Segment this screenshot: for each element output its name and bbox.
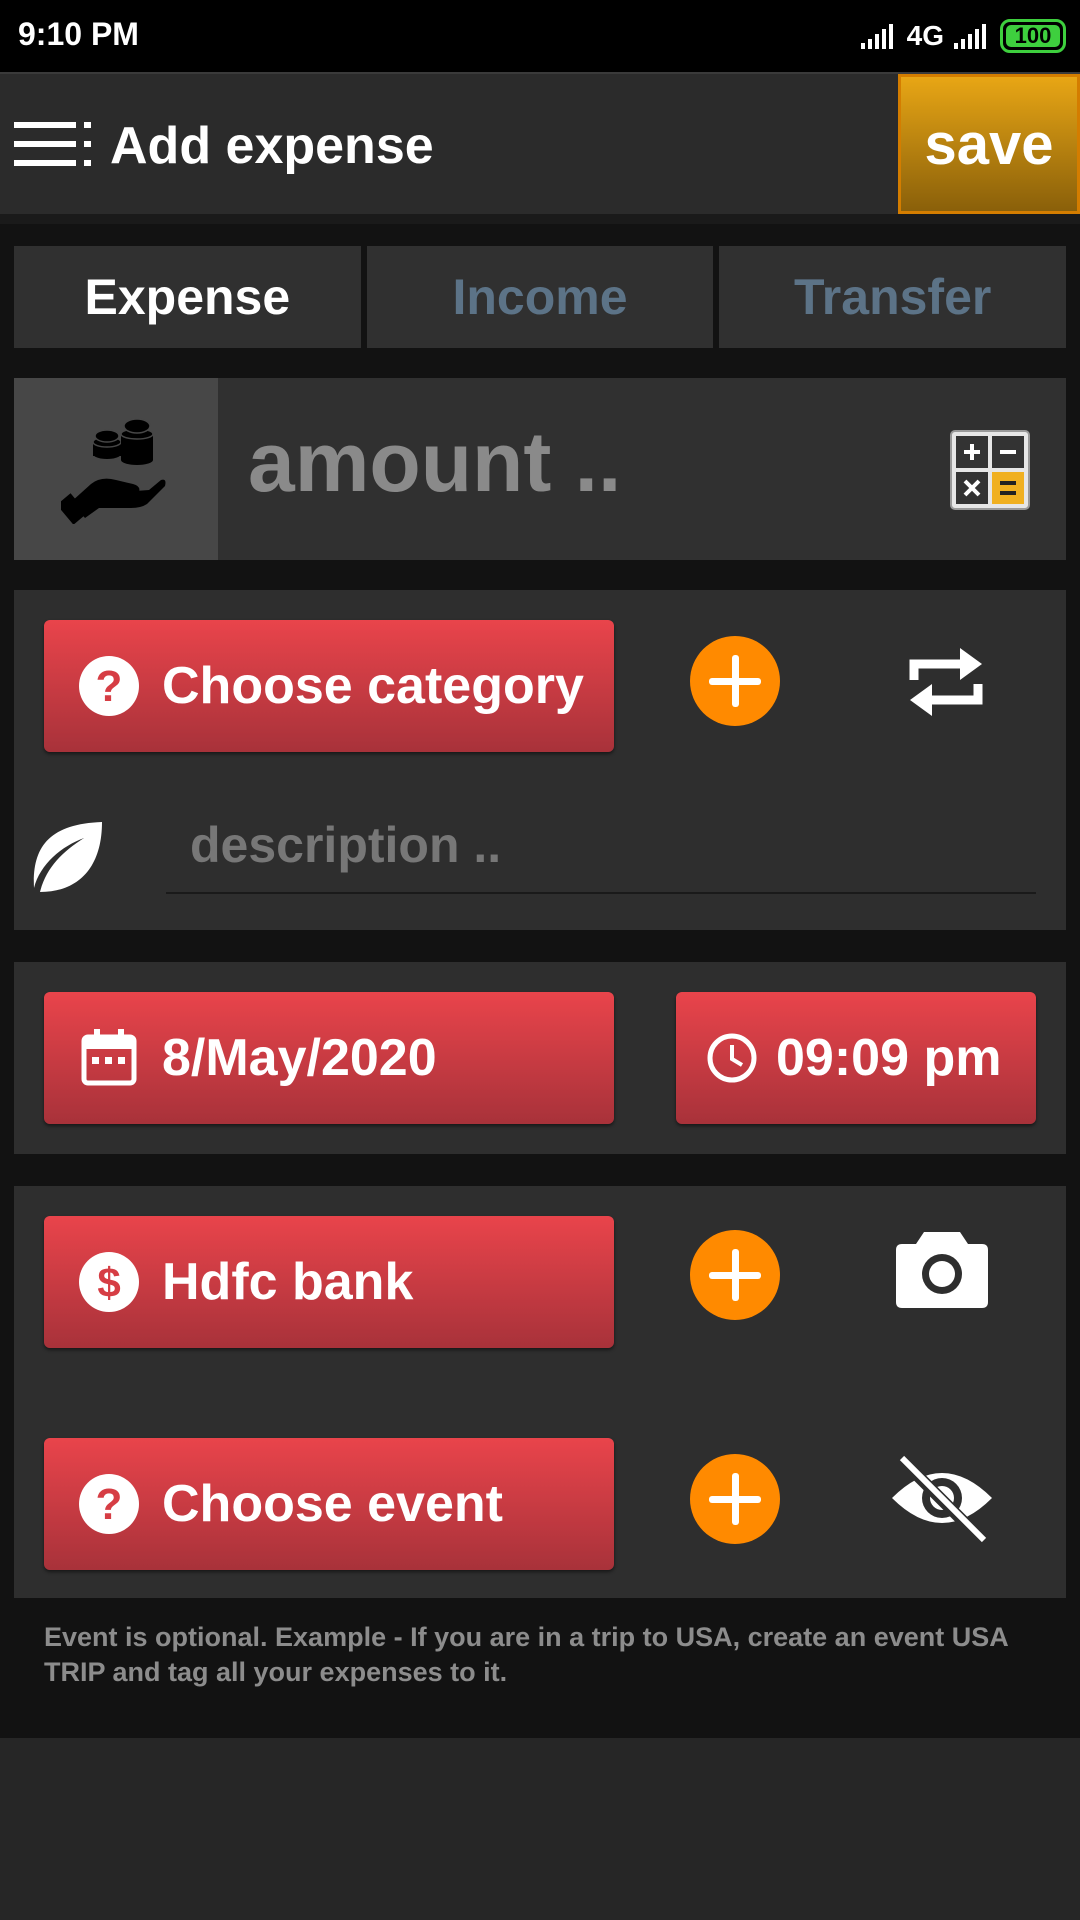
date-label: 8/May/2020: [162, 1029, 437, 1087]
tab-expense[interactable]: Expense: [14, 246, 361, 348]
account-button[interactable]: $ Hdfc bank: [44, 1216, 614, 1348]
battery-icon: 100: [1000, 19, 1066, 53]
choose-category-label: Choose category: [162, 657, 584, 715]
question-icon: ?: [79, 656, 139, 716]
camera-icon[interactable]: [894, 1228, 990, 1310]
status-time: 9:10 PM: [18, 16, 139, 52]
category-panel: ? Choose category description ..: [14, 590, 1066, 930]
app-bar: Add expense save: [0, 72, 1080, 214]
add-account-button[interactable]: [690, 1230, 780, 1320]
money-hand-icon: [14, 378, 218, 560]
battery-level: 100: [1014, 23, 1052, 48]
signal-icon: [860, 24, 893, 49]
event-hint-text: Event is optional. Example - If you are …: [44, 1622, 1008, 1687]
repeat-icon[interactable]: [898, 634, 994, 730]
menu-icon[interactable]: [14, 120, 94, 168]
choose-event-button[interactable]: ? Choose event: [44, 1438, 614, 1570]
account-label: Hdfc bank: [162, 1253, 414, 1311]
status-bar: 9:10 PM 4G 100: [0, 0, 1080, 72]
choose-event-label: Choose event: [162, 1475, 503, 1533]
svg-text:$: $: [97, 1259, 120, 1306]
choose-category-button[interactable]: ? Choose category: [44, 620, 614, 752]
account-event-panel: $ Hdfc bank ? Choose event: [14, 1186, 1066, 1598]
eye-off-icon[interactable]: [888, 1454, 996, 1544]
network-type: 4G: [906, 20, 944, 51]
type-tabs: Expense Income Transfer: [14, 246, 1067, 348]
dollar-icon: $: [79, 1252, 139, 1312]
tab-income[interactable]: Income: [366, 246, 714, 348]
calendar-icon: [81, 1029, 137, 1086]
status-icons: 4G 100: [859, 16, 1066, 56]
svg-text:?: ?: [96, 1480, 123, 1529]
time-button[interactable]: 09:09 pm: [676, 992, 1036, 1124]
save-button[interactable]: save: [898, 74, 1080, 214]
time-label: 09:09 pm: [776, 1029, 1002, 1087]
add-event-button[interactable]: [690, 1454, 780, 1544]
datetime-panel: 8/May/2020 09:09 pm: [14, 962, 1066, 1154]
amount-row: amount ..: [14, 378, 1066, 560]
question-icon: ?: [79, 1474, 139, 1534]
tab-transfer[interactable]: Transfer: [719, 246, 1067, 348]
leaf-icon: [33, 822, 102, 892]
amount-input[interactable]: amount ..: [248, 414, 621, 511]
add-category-button[interactable]: [690, 636, 780, 726]
clock-icon: [707, 1033, 757, 1083]
app-bar-shadow: [0, 214, 1080, 224]
description-input[interactable]: description ..: [166, 802, 1036, 894]
date-button[interactable]: 8/May/2020: [44, 992, 614, 1124]
signal-icon-2: [954, 24, 986, 49]
calculator-icon[interactable]: [950, 430, 1030, 510]
svg-text:?: ?: [96, 662, 123, 711]
page-title: Add expense: [110, 117, 434, 175]
